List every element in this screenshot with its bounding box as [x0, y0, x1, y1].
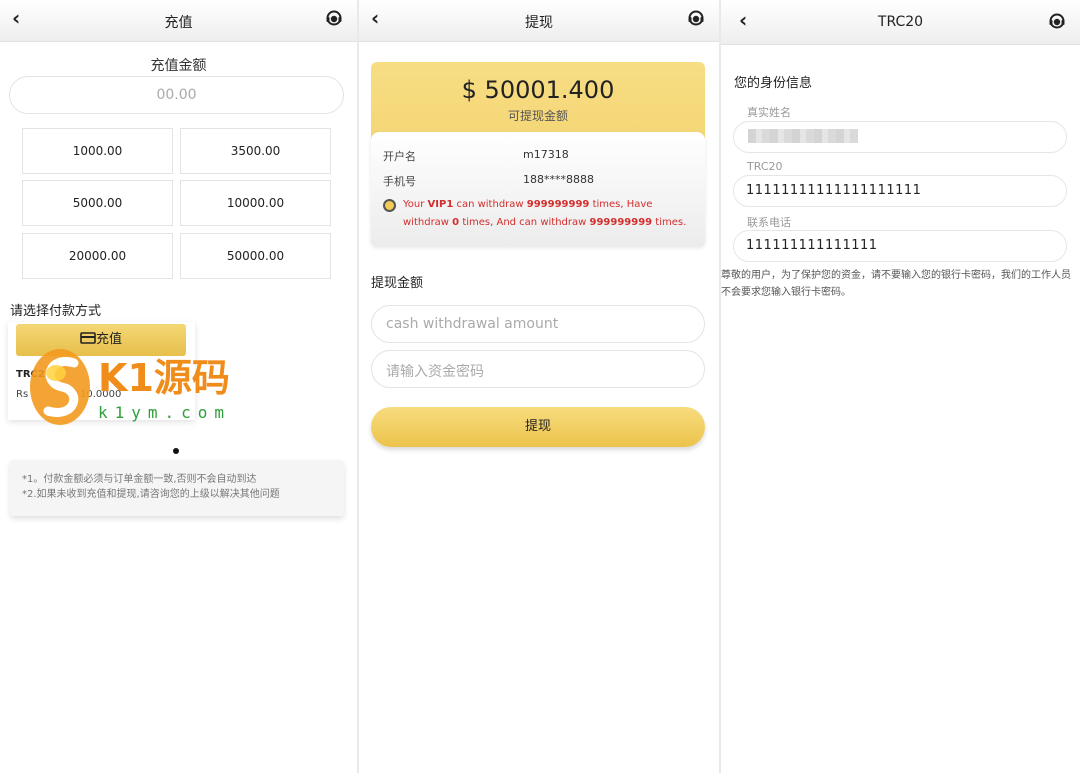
amount-option[interactable]: 3500.00	[180, 128, 331, 174]
balance-amount: $ 50001.400	[461, 76, 615, 104]
balance-card: $ 50001.400 可提现金额 开户名 m17318 手机号 188****…	[371, 62, 705, 246]
trc20-value: 11111111111111111111	[746, 183, 922, 198]
security-warning: 尊敬的用户，为了保护您的资金，请不要输入您的银行卡密码，我们的工作人员不会要求您…	[721, 270, 1071, 298]
header: ‹ TRC20	[721, 0, 1080, 45]
carousel-dot[interactable]	[173, 448, 179, 454]
real-name-field[interactable]	[733, 121, 1067, 153]
payment-method-label: 请选择付款方式	[10, 304, 102, 319]
contact-phone-label: 联系电话	[747, 216, 791, 229]
recharge-screen: ‹ 充值 充值金额 00.00 1000.00 3500.00 5000.00 …	[0, 0, 357, 773]
amount-option[interactable]: 1000.00	[22, 128, 173, 174]
vip-withdraw-info: Your VIP1 can withdraw 999999999 times, …	[403, 199, 687, 228]
withdraw-submit-button[interactable]: 提现	[371, 407, 705, 447]
fund-password-placeholder: 请输入资金密码	[386, 364, 484, 380]
contact-phone-field[interactable]: 111111111111111	[733, 230, 1067, 262]
identity-section-title: 您的身份信息	[734, 76, 813, 91]
amount-option[interactable]: 20000.00	[22, 233, 173, 279]
withdraw-screen: ‹ 提现 $ 50001.400 可提现金额 开户名 m17318 手机号 18…	[359, 0, 719, 773]
headset-icon[interactable]	[1048, 12, 1066, 30]
amount-placeholder: 00.00	[156, 87, 197, 103]
trc20-label: TRC20	[747, 160, 783, 173]
phone-label: 手机号	[383, 175, 416, 188]
notice-line: *1。付款金额必须与订单金额一致,否则不会自动到达	[22, 474, 257, 485]
contact-phone-value: 111111111111111	[746, 238, 878, 253]
trc20-screen: ‹ TRC20 您的身份信息 真实姓名 TRC20 11111111111111…	[721, 0, 1080, 773]
phone-value: 188****8888	[523, 173, 594, 186]
amount-label: 充值金额	[150, 58, 207, 74]
page-title: 充值	[164, 15, 193, 31]
withdraw-amount-label: 提现金额	[371, 276, 424, 291]
account-info-box: 开户名 m17318 手机号 188****8888 Your VIP1 can…	[371, 132, 705, 246]
recharge-method-button[interactable]: 充值	[16, 324, 186, 356]
payment-rate-value: 10.0000	[80, 389, 122, 400]
notice-box: *1。付款金额必须与订单金额一致,否则不会自动到达 *2.如果未收到充值和提现,…	[10, 460, 344, 516]
payment-name: TRC20	[16, 369, 52, 380]
amount-input[interactable]: 00.00	[9, 76, 344, 114]
header: ‹ 充值	[0, 0, 357, 42]
amount-option[interactable]: 10000.00	[180, 180, 331, 226]
header: ‹ 提现	[359, 0, 719, 42]
withdraw-amount-input[interactable]: cash withdrawal amount	[371, 305, 705, 343]
page-title: TRC20	[877, 14, 924, 30]
recharge-method-label: 充值	[95, 332, 122, 347]
blurred-name-value	[748, 129, 858, 143]
headset-icon[interactable]	[687, 9, 705, 27]
amount-option[interactable]: 5000.00	[22, 180, 173, 226]
real-name-label: 真实姓名	[747, 106, 791, 119]
card-icon	[80, 332, 96, 344]
fund-password-input[interactable]: 请输入资金密码	[371, 350, 705, 388]
withdraw-amount-placeholder: cash withdrawal amount	[386, 316, 559, 332]
balance-label: 可提现金额	[507, 109, 568, 123]
trc20-field[interactable]: 11111111111111111111	[733, 175, 1067, 207]
account-name-value: m17318	[523, 148, 569, 161]
payment-rate-prefix: Rs	[16, 389, 29, 400]
vip-radio-icon	[383, 199, 396, 212]
page-title: 提现	[525, 15, 553, 31]
account-name-label: 开户名	[383, 150, 416, 163]
headset-icon[interactable]	[325, 9, 343, 27]
amount-option[interactable]: 50000.00	[180, 233, 331, 279]
notice-line: *2.如果未收到充值和提现,请咨询您的上级以解决其他问题	[22, 489, 280, 500]
